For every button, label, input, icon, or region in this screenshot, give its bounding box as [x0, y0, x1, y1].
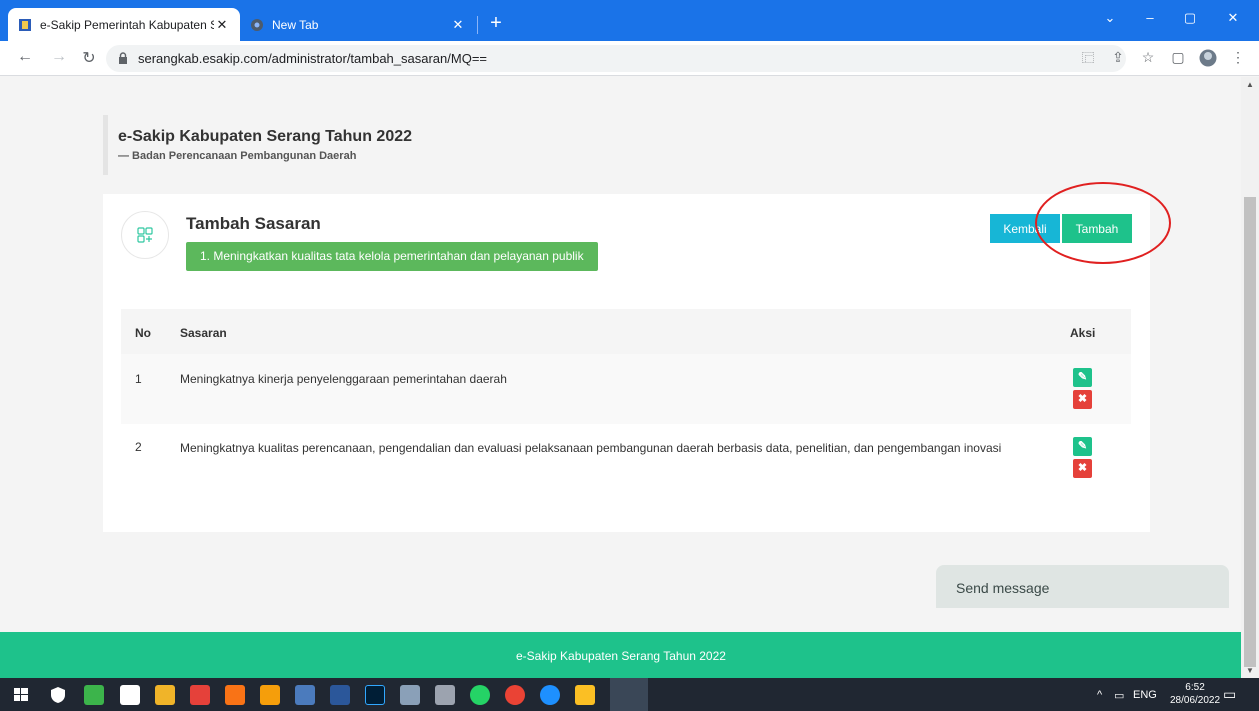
language-indicator[interactable]: ENG	[1133, 689, 1157, 701]
page-subtitle: — Badan Perencanaan Pembangunan Daerah	[118, 150, 357, 162]
tab-search-icon[interactable]: ⌄	[1090, 10, 1130, 26]
tray-chevron-icon[interactable]: ^	[1097, 689, 1102, 701]
sticky-notes-icon[interactable]	[575, 685, 595, 705]
sasaran-table: No Sasaran Aksi 1 Meningkatnya kinerja p…	[121, 309, 1131, 494]
row-sasaran: Meningkatnya kualitas perencanaan, penge…	[180, 441, 1002, 455]
tab-esakip[interactable]: e-Sakip Pemerintah Kabupaten S ✕	[8, 8, 240, 41]
reload-icon[interactable]: ↻	[78, 48, 100, 68]
chrome-active-icon[interactable]	[610, 678, 648, 711]
sublime-icon[interactable]	[260, 685, 280, 705]
file-explorer-icon[interactable]	[155, 685, 175, 705]
row-sasaran: Meningkatnya kinerja penyelenggaraan pem…	[180, 372, 507, 386]
profile-avatar-icon[interactable]	[1198, 49, 1218, 70]
scroll-up-icon[interactable]: ▲	[1246, 80, 1254, 89]
close-window-button[interactable]: ✕	[1213, 10, 1253, 26]
esakip-favicon-icon	[19, 18, 31, 31]
tab-title: New Tab	[272, 17, 319, 32]
delete-icon[interactable]: ✖	[1073, 459, 1092, 478]
new-tab-button[interactable]: +	[484, 11, 508, 35]
delete-icon[interactable]: ✖	[1073, 390, 1092, 409]
url-text: serangkab.esakip.com/administrator/tamba…	[138, 51, 488, 66]
chrome-icon[interactable]	[505, 685, 525, 705]
security-shield-icon[interactable]	[48, 685, 68, 705]
bookmark-star-icon[interactable]: ☆	[1138, 49, 1158, 66]
minimize-button[interactable]: –	[1130, 10, 1170, 25]
column-header-sasaran: Sasaran	[180, 326, 227, 340]
tab-separator	[477, 16, 478, 34]
clock-date: 28/06/2022	[1170, 695, 1221, 706]
table-header: No Sasaran Aksi	[121, 309, 1131, 354]
back-arrow-icon[interactable]: ←	[14, 48, 36, 66]
lock-icon	[119, 52, 127, 64]
clock-time: 6:52	[1185, 682, 1205, 693]
tab-close-icon[interactable]: ✕	[214, 17, 230, 33]
page-scrollbar[interactable]: ▲ ▼	[1241, 77, 1259, 678]
windows-taskbar: ^ ▭ ENG 6:52 28/06/2022 ▭	[0, 678, 1259, 711]
battery-icon[interactable]: ▭	[1114, 689, 1124, 702]
page-footer: e-Sakip Kabupaten Serang Tahun 2022	[0, 632, 1241, 678]
app-icon-5[interactable]	[435, 685, 455, 705]
photoshop-icon[interactable]	[365, 685, 385, 705]
address-bar[interactable]: serangkab.esakip.com/administrator/tamba…	[106, 45, 1126, 72]
footer-text: e-Sakip Kabupaten Serang Tahun 2022	[516, 649, 726, 663]
translate-icon[interactable]: ⿸	[1078, 49, 1098, 66]
table-row: 1 Meningkatnya kinerja penyelenggaraan p…	[121, 354, 1131, 424]
app-icon-3[interactable]	[225, 685, 245, 705]
app-icon-1[interactable]	[84, 685, 104, 705]
edge-icon[interactable]	[540, 685, 560, 705]
scroll-down-icon[interactable]: ▼	[1246, 666, 1254, 675]
maximize-button[interactable]: ▢	[1170, 10, 1210, 26]
tab-close-icon[interactable]: ✕	[450, 17, 466, 33]
share-icon[interactable]: ⇪	[1108, 49, 1128, 66]
app-icon-4[interactable]	[400, 685, 420, 705]
scrollbar-thumb[interactable]	[1244, 197, 1256, 667]
chrome-favicon-icon	[251, 18, 263, 31]
table-row: 2 Meningkatnya kualitas perencanaan, pen…	[121, 424, 1131, 494]
app-icon-2[interactable]	[190, 685, 210, 705]
edit-icon[interactable]: ✎	[1073, 437, 1092, 456]
menu-kebab-icon[interactable]: ⋮	[1228, 49, 1248, 66]
sasaran-card: Tambah Sasaran 1. Meningkatkan kualitas …	[103, 194, 1150, 532]
grid-add-icon	[121, 211, 169, 259]
page-header: e-Sakip Kabupaten Serang Tahun 2022 — Ba…	[103, 115, 412, 175]
side-panel-icon[interactable]: ▢	[1168, 49, 1188, 66]
page-title: e-Sakip Kabupaten Serang Tahun 2022	[118, 128, 413, 145]
column-header-no: No	[135, 326, 151, 340]
tab-new-tab[interactable]: New Tab ✕	[240, 8, 476, 41]
notification-icon[interactable]: ▭	[1223, 686, 1236, 703]
camera-icon[interactable]	[120, 685, 140, 705]
system-clock[interactable]: 6:52 28/06/2022	[1170, 681, 1220, 707]
windows-start-icon[interactable]	[12, 685, 32, 705]
row-number: 1	[135, 372, 142, 386]
word-icon[interactable]	[330, 685, 350, 705]
send-message-widget[interactable]: Send message	[936, 565, 1229, 608]
annotation-circle	[1035, 182, 1171, 264]
network-app-icon[interactable]	[295, 685, 315, 705]
column-header-aksi: Aksi	[1070, 326, 1096, 340]
row-number: 2	[135, 440, 142, 454]
forward-arrow-icon[interactable]: →	[48, 48, 70, 66]
edit-icon[interactable]: ✎	[1073, 368, 1092, 387]
tab-title: e-Sakip Pemerintah Kabupaten S	[40, 17, 214, 32]
tujuan-badge: 1. Meningkatkan kualitas tata kelola pem…	[186, 242, 598, 271]
browser-tab-strip: e-Sakip Pemerintah Kabupaten S ✕ New Tab…	[0, 0, 1259, 41]
whatsapp-icon[interactable]	[470, 685, 490, 705]
card-title: Tambah Sasaran	[186, 214, 321, 233]
browser-toolbar: ← → ↻ serangkab.esakip.com/administrator…	[0, 41, 1259, 76]
